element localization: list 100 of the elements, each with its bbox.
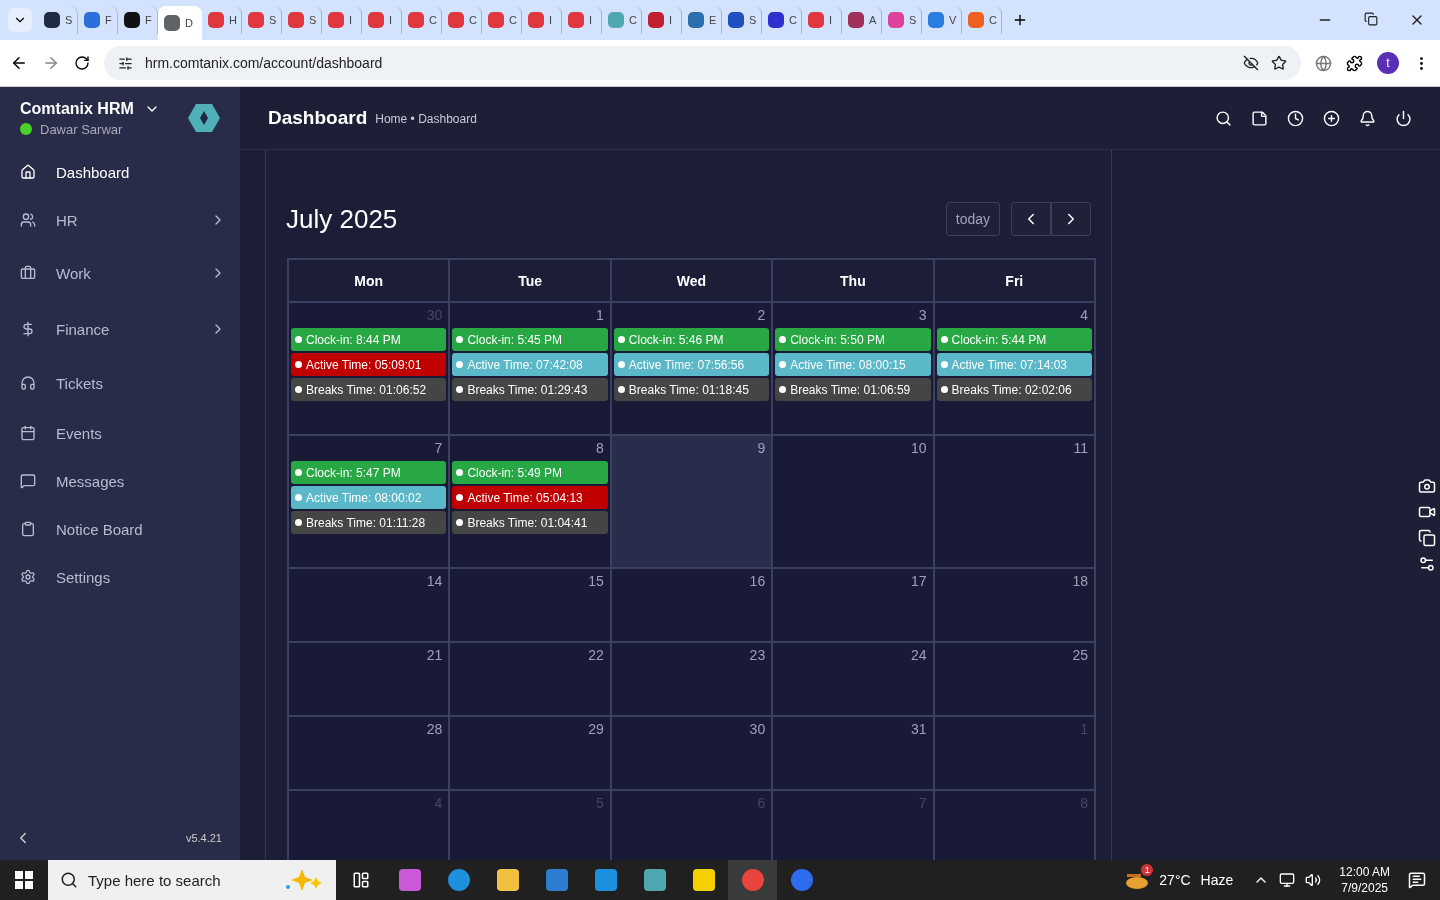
back-icon[interactable]: [10, 54, 28, 72]
calendar-event[interactable]: Breaks Time: 01:06:59: [775, 378, 931, 401]
day-number: 21: [426, 647, 444, 663]
day-cell[interactable]: 18: [934, 569, 1094, 641]
bell-icon[interactable]: [1359, 109, 1376, 127]
day-cell[interactable]: 30: [611, 717, 772, 789]
browser-tab[interactable]: C: [482, 6, 522, 34]
day-number: 18: [1072, 573, 1089, 589]
temperature-text: 27°C: [1159, 872, 1191, 888]
today-button[interactable]: today: [945, 202, 1000, 236]
day-cell[interactable]: 21: [289, 643, 449, 715]
browser-tab[interactable]: S: [722, 6, 762, 34]
nav-item[interactable]: Notice Board: [0, 505, 240, 553]
browser-tab[interactable]: A: [842, 6, 882, 34]
tab-search-button[interactable]: [8, 8, 32, 32]
globe-icon[interactable]: [1315, 54, 1332, 72]
clock-date: 7/9/2025: [1341, 880, 1388, 896]
browser-tab[interactable]: F: [78, 6, 118, 34]
taskbar-search-field[interactable]: Type here to search: [48, 860, 336, 900]
day-cell[interactable]: 25: [934, 643, 1094, 715]
extensions-icon[interactable]: [1346, 54, 1363, 72]
version-label: v5.4.21: [185, 832, 222, 844]
day-cell[interactable]: 2 Clock-in: 5:46 PM Active Time: 07:56:56 Breaks Time: 01:18:45: [611, 303, 772, 434]
day-cell[interactable]: 16: [611, 569, 772, 641]
calendar-event[interactable]: Breaks Time: 01:18:45: [613, 378, 770, 401]
browser-tab[interactable]: I: [362, 6, 402, 34]
site-settings-icon[interactable]: [118, 55, 133, 71]
nav-item[interactable]: Tickets: [0, 357, 240, 409]
day-cell[interactable]: 22: [450, 643, 610, 715]
nav-item[interactable]: HR: [0, 195, 240, 245]
add-icon[interactable]: [1323, 109, 1340, 127]
address-bar[interactable]: hrm.comtanix.com/account/dashboard: [104, 46, 1301, 80]
power-icon[interactable]: [1395, 109, 1412, 127]
day-cell[interactable]: 17: [773, 569, 933, 641]
browser-tab[interactable]: C: [762, 6, 802, 34]
search-icon[interactable]: [1215, 109, 1232, 127]
day-cell[interactable]: 15: [450, 569, 610, 641]
day-cell[interactable]: 24: [773, 643, 933, 715]
new-tab-icon[interactable]: [1012, 12, 1028, 28]
camera-icon[interactable]: [1418, 477, 1436, 495]
day-cell[interactable]: 28: [289, 717, 449, 789]
day-cell[interactable]: 3 Clock-in: 5:50 PM Active Time: 08:00:15 Breaks Time: 01:06:59: [773, 303, 933, 434]
copy-icon[interactable]: [1418, 529, 1436, 547]
calendar-event[interactable]: Breaks Time: 01:04:41: [452, 511, 608, 534]
nav-item[interactable]: Settings: [0, 553, 240, 601]
nav-icon: [20, 212, 36, 228]
bookmark-star-icon[interactable]: [1271, 55, 1287, 71]
browser-tab[interactable]: D: [158, 6, 202, 40]
volume-icon[interactable]: [1305, 872, 1322, 888]
day-cell[interactable]: 31: [773, 717, 933, 789]
nav-item[interactable]: Finance: [0, 301, 240, 357]
calendar-event[interactable]: Active Time: 05:09:01: [291, 353, 447, 376]
browser-tab[interactable]: S: [38, 6, 78, 34]
day-cell[interactable]: 11: [934, 436, 1094, 567]
browser-tab[interactable]: F: [118, 6, 158, 34]
nav-item[interactable]: Work: [0, 245, 240, 301]
calendar-event[interactable]: Breaks Time: 01:06:52: [291, 378, 447, 401]
day-cell[interactable]: 23: [611, 643, 772, 715]
network-icon[interactable]: [1279, 872, 1296, 888]
browser-tab[interactable]: S: [882, 6, 922, 34]
day-cell[interactable]: 29: [450, 717, 610, 789]
calendar-event[interactable]: Breaks Time: 02:02:06: [936, 378, 1092, 401]
day-cell[interactable]: 4 Clock-in: 5:44 PM Active Time: 07:14:03 Breaks Time: 02:02:06: [934, 303, 1094, 434]
browser-tab[interactable]: H: [202, 6, 242, 34]
browser-tab[interactable]: C: [402, 6, 442, 34]
eye-off-icon[interactable]: [1243, 55, 1259, 71]
day-number: 17: [911, 573, 928, 589]
note-icon[interactable]: [1251, 109, 1268, 127]
browser-tab[interactable]: C: [442, 6, 482, 34]
nav-item[interactable]: Dashboard: [0, 149, 240, 195]
calendar-event[interactable]: Breaks Time: 01:29:43: [452, 378, 608, 401]
clock-icon[interactable]: [1287, 109, 1304, 127]
calendar-event[interactable]: Breaks Time: 01:11:28: [291, 511, 447, 534]
profile-avatar[interactable]: t: [1377, 52, 1399, 74]
calendar-event[interactable]: Active Time: 05:04:13: [452, 486, 608, 509]
nav-item[interactable]: Events: [0, 409, 240, 457]
hexagon-logo-icon: [188, 102, 220, 134]
browser-tab[interactable]: I: [642, 6, 682, 34]
browser-tab[interactable]: C: [962, 6, 1002, 34]
day-cell[interactable]: 14: [289, 569, 449, 641]
browser-tab[interactable]: I: [522, 6, 562, 34]
browser-tab[interactable]: I: [322, 6, 362, 34]
browser-tab[interactable]: E: [682, 6, 722, 34]
day-cell[interactable]: 10: [773, 436, 933, 567]
browser-tab[interactable]: V: [922, 6, 962, 34]
day-cell[interactable]: 9: [611, 436, 772, 567]
reload-icon[interactable]: [74, 55, 90, 71]
day-cell[interactable]: 7 Clock-in: 5:47 PM Active Time: 08:00:02 Breaks Time: 01:11:28: [289, 436, 449, 567]
nav-item[interactable]: Messages: [0, 457, 240, 505]
search-icon: [60, 871, 78, 889]
browser-tab[interactable]: I: [802, 6, 842, 34]
browser-tab[interactable]: I: [562, 6, 602, 34]
day-cell[interactable]: 1 Clock-in: 5:45 PM Active Time: 07:42:08 Breaks Time: 01:29:43: [450, 303, 610, 434]
forward-icon[interactable]: [42, 54, 60, 72]
day-cell[interactable]: 8 Clock-in: 5:49 PM Active Time: 05:04:13 Breaks Time: 01:04:41: [450, 436, 610, 567]
notifications-icon[interactable]: [1408, 871, 1426, 889]
day-number: 22: [588, 647, 605, 663]
browser-tab[interactable]: S: [242, 6, 282, 34]
browser-tab[interactable]: C: [602, 6, 642, 34]
browser-tab[interactable]: S: [282, 6, 322, 34]
